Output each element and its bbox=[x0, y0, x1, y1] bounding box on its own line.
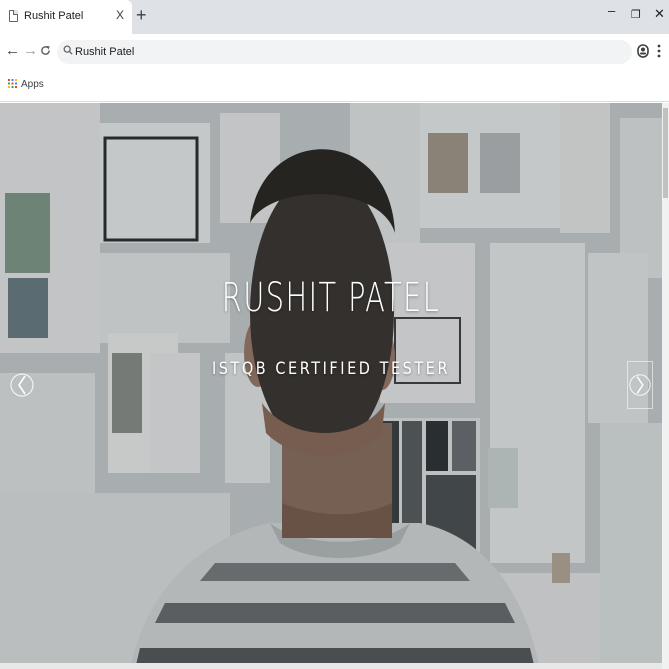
back-button[interactable]: ← bbox=[5, 42, 20, 59]
apps-bookmark[interactable]: Apps bbox=[21, 79, 44, 90]
hero-title: RUSHIT PATEL bbox=[221, 275, 441, 321]
tab-strip: Rushit Patel X + – ❐ ✕ bbox=[0, 0, 669, 34]
page-icon bbox=[9, 10, 18, 22]
forward-button[interactable]: → bbox=[23, 42, 38, 59]
search-icon bbox=[63, 45, 73, 55]
browser-tab[interactable]: Rushit Patel X bbox=[0, 0, 132, 34]
hero-carousel: RUSHIT PATEL ISTQB CERTIFIED TESTER bbox=[0, 103, 662, 669]
close-window-button[interactable]: ✕ bbox=[654, 6, 665, 22]
bookmarks-bar bbox=[0, 70, 669, 102]
tab-close-button[interactable]: X bbox=[116, 8, 124, 22]
reload-icon[interactable] bbox=[40, 45, 51, 56]
apps-grid-icon[interactable] bbox=[8, 79, 17, 88]
vertical-scrollbar-thumb[interactable] bbox=[663, 108, 668, 198]
tab-title: Rushit Patel bbox=[24, 10, 84, 22]
restore-button[interactable]: ❐ bbox=[631, 8, 641, 21]
hero-subtitle: ISTQB CERTIFIED TESTER bbox=[211, 359, 451, 379]
address-bar-text[interactable]: Rushit Patel bbox=[75, 46, 134, 58]
horizontal-scrollbar[interactable] bbox=[0, 663, 662, 669]
chevron-left-icon[interactable] bbox=[10, 365, 34, 405]
more-menu-icon[interactable] bbox=[657, 44, 661, 58]
address-bar[interactable] bbox=[57, 40, 632, 64]
new-tab-button[interactable]: + bbox=[136, 5, 147, 26]
profile-icon[interactable] bbox=[637, 44, 649, 58]
hero-overlay bbox=[0, 103, 662, 669]
minimize-button[interactable]: – bbox=[608, 3, 615, 18]
chevron-right-icon[interactable] bbox=[627, 361, 653, 409]
